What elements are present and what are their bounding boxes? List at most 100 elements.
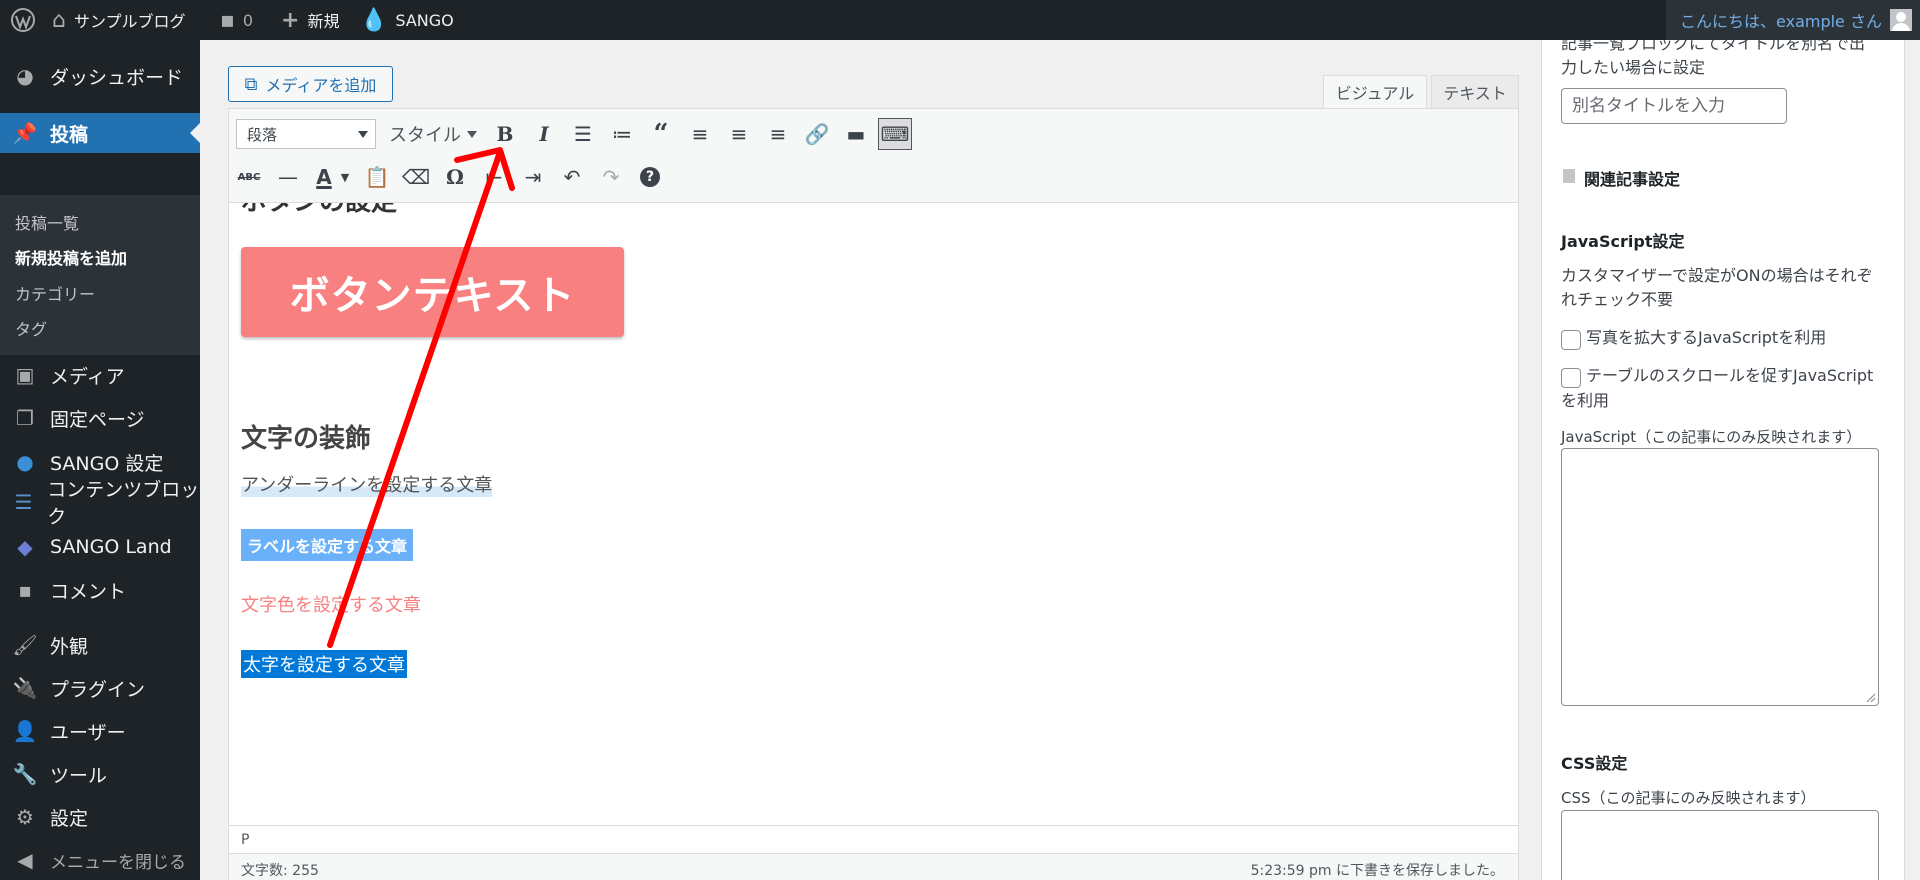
sidebar-item-content-blocks[interactable]: ☰ コンテンツブロック bbox=[0, 479, 200, 528]
add-media-button[interactable]: ⧉ メディアを追加 bbox=[228, 66, 393, 102]
align-left-button[interactable]: ≡ bbox=[683, 118, 717, 150]
sidebar-item-comments[interactable]: ▪ コメント bbox=[0, 570, 200, 610]
align-center-button[interactable]: ≡ bbox=[722, 118, 756, 150]
omega-icon: Ω bbox=[446, 165, 464, 189]
site-name-link[interactable]: ⌂ サンプルブログ bbox=[52, 0, 186, 40]
read-more-button[interactable]: ▬ bbox=[839, 118, 873, 150]
alias-description: 記事一覧ブロックにてタイトルを別名で出 bbox=[1561, 40, 1866, 53]
editor-content[interactable]: ボタンの設定 ボタンテキスト 文字の装飾 アンダーラインを設定する文章 ラベルを… bbox=[229, 203, 1518, 823]
special-character-button[interactable]: Ω bbox=[438, 161, 472, 193]
comment-bubble-icon: ▪ bbox=[18, 578, 32, 602]
sliders-icon: ⚙ bbox=[16, 805, 34, 829]
align-right-icon: ≡ bbox=[769, 122, 787, 146]
sidebar-item-label: 設定 bbox=[50, 807, 89, 830]
window-edge bbox=[1905, 40, 1920, 880]
text-color-button[interactable]: A bbox=[310, 161, 338, 193]
style-select[interactable]: スタイル bbox=[389, 121, 477, 147]
related-posts-heading: 関連記事設定 bbox=[1584, 170, 1681, 189]
undo-button[interactable]: ↶ bbox=[555, 161, 589, 193]
numbered-list-button[interactable]: ≔ bbox=[605, 118, 639, 150]
table-scroll-js-checkbox[interactable] bbox=[1561, 368, 1581, 388]
sango-link[interactable]: 💧 SANGO bbox=[360, 0, 454, 40]
insert-link-button[interactable]: 🔗 bbox=[800, 118, 834, 150]
javascript-textarea[interactable] bbox=[1561, 448, 1879, 706]
droplet-icon: ● bbox=[16, 450, 34, 474]
sidebar-item-sango-land[interactable]: ◆ SANGO Land bbox=[0, 527, 200, 567]
content-selected-text[interactable]: 太字を設定する文章 bbox=[241, 650, 407, 678]
horizontal-line-icon: — bbox=[278, 165, 298, 189]
italic-icon: I bbox=[539, 122, 549, 146]
sidebar-item-settings[interactable]: ⚙ 設定 bbox=[0, 797, 200, 837]
javascript-settings-heading: JavaScript設定 bbox=[1561, 232, 1685, 251]
clear-formatting-button[interactable]: ⌫ bbox=[399, 161, 433, 193]
posts-submenu: 投稿一覧 新規投稿を追加 カテゴリー タグ bbox=[0, 195, 200, 355]
css-textarea[interactable] bbox=[1561, 810, 1879, 880]
indent-icon: ⇥ bbox=[524, 165, 542, 189]
sidebar-item-media[interactable]: ▣ メディア bbox=[0, 355, 200, 395]
text-color-dropdown[interactable]: ▼ bbox=[336, 161, 354, 193]
css-settings-heading: CSS設定 bbox=[1561, 754, 1628, 773]
content-heading: ボタンの設定 bbox=[241, 203, 397, 218]
sidebar-item-users[interactable]: 👤 ユーザー bbox=[0, 711, 200, 751]
word-count: 文字数: 255 bbox=[241, 863, 319, 879]
content-color-text: 文字色を設定する文章 bbox=[241, 595, 421, 616]
redo-button[interactable]: ↷ bbox=[594, 161, 628, 193]
javascript-description: カスタマイザーで設定がONの場合はそれぞ bbox=[1561, 266, 1873, 285]
zoom-js-checkbox[interactable] bbox=[1561, 330, 1581, 350]
tab-text[interactable]: テキスト bbox=[1431, 75, 1519, 109]
element-path[interactable]: P bbox=[241, 832, 249, 848]
media-icon: ▣ bbox=[15, 363, 35, 387]
bulleted-list-button[interactable]: ☰ bbox=[566, 118, 600, 150]
sidebar-item-appearance[interactable]: 🖌 外観 bbox=[0, 625, 200, 665]
sidebar-item-posts[interactable]: 📌 投稿 bbox=[0, 113, 200, 153]
bold-button[interactable]: B bbox=[488, 118, 522, 150]
new-content-label: 新規 bbox=[307, 12, 340, 31]
blockquote-button[interactable]: “ bbox=[644, 118, 678, 150]
outdent-icon: ⇤ bbox=[485, 165, 503, 189]
wordpress-logo-icon[interactable] bbox=[10, 0, 36, 40]
account-menu[interactable]: こんにちは、example さん bbox=[1666, 0, 1920, 40]
align-left-icon: ≡ bbox=[691, 122, 709, 146]
dashboard-gauge-icon: ◕ bbox=[16, 64, 34, 88]
sidebar-item-label: 固定ページ bbox=[50, 408, 145, 431]
post-settings-panel: 記事一覧ブロックにてタイトルを別名で出 力したい場合に設定 関連記事設定 Jav… bbox=[1541, 40, 1905, 880]
sidebar-item-label: コメント bbox=[50, 580, 127, 603]
user-icon: 👤 bbox=[12, 719, 38, 743]
bulleted-list-icon: ☰ bbox=[574, 122, 592, 146]
tab-visual[interactable]: ビジュアル bbox=[1323, 75, 1427, 109]
comment-bubble-icon: ▪ bbox=[220, 7, 235, 33]
horizontal-line-button[interactable]: — bbox=[271, 161, 305, 193]
paragraph-format-select[interactable]: 段落 bbox=[236, 119, 376, 149]
align-right-button[interactable]: ≡ bbox=[761, 118, 795, 150]
submenu-tags[interactable]: タグ bbox=[15, 316, 47, 340]
content-label-text: ラベルを設定する文章 bbox=[241, 529, 414, 561]
collapse-menu-button[interactable]: ◀ メニューを閉じる bbox=[0, 840, 200, 880]
submenu-categories[interactable]: カテゴリー bbox=[15, 281, 95, 305]
collapse-arrow-icon: ◀ bbox=[17, 848, 33, 872]
read-more-icon: ▬ bbox=[846, 122, 866, 146]
toolbar-toggle-button[interactable]: ⌨ bbox=[878, 118, 912, 150]
resize-handle-icon[interactable] bbox=[1864, 691, 1876, 703]
sango-label: SANGO bbox=[395, 10, 454, 30]
help-button[interactable]: ? bbox=[633, 161, 667, 193]
sidebar-item-plugins[interactable]: 🔌 プラグイン bbox=[0, 668, 200, 708]
autosave-status: 5:23:59 pm に下書きを保存しました。 bbox=[1250, 863, 1504, 879]
outdent-button[interactable]: ⇤ bbox=[477, 161, 511, 193]
sidebar-item-tools[interactable]: 🔧 ツール bbox=[0, 754, 200, 794]
alias-title-input[interactable] bbox=[1561, 88, 1787, 124]
submenu-all-posts[interactable]: 投稿一覧 bbox=[15, 210, 79, 234]
italic-button[interactable]: I bbox=[527, 118, 561, 150]
new-content-link[interactable]: + 新規 bbox=[281, 0, 339, 40]
sidebar-item-label: 外観 bbox=[50, 635, 89, 658]
comments-link[interactable]: ▪ 0 bbox=[220, 0, 253, 40]
paintbrush-icon: 🖌 bbox=[12, 633, 38, 657]
sidebar-item-dashboard[interactable]: ◕ ダッシュボード bbox=[0, 56, 200, 96]
javascript-textarea-label: JavaScript（この記事にのみ反映されます） bbox=[1561, 428, 1862, 446]
strikethrough-button[interactable]: ABC bbox=[232, 161, 266, 193]
quote-icon: “ bbox=[653, 119, 669, 149]
indent-button[interactable]: ⇥ bbox=[516, 161, 550, 193]
sidebar-item-pages[interactable]: ❐ 固定ページ bbox=[0, 398, 200, 438]
submenu-add-new[interactable]: 新規投稿を追加 bbox=[15, 245, 127, 269]
home-icon: ⌂ bbox=[52, 7, 66, 33]
paste-as-text-button[interactable]: 📋 bbox=[360, 161, 394, 193]
